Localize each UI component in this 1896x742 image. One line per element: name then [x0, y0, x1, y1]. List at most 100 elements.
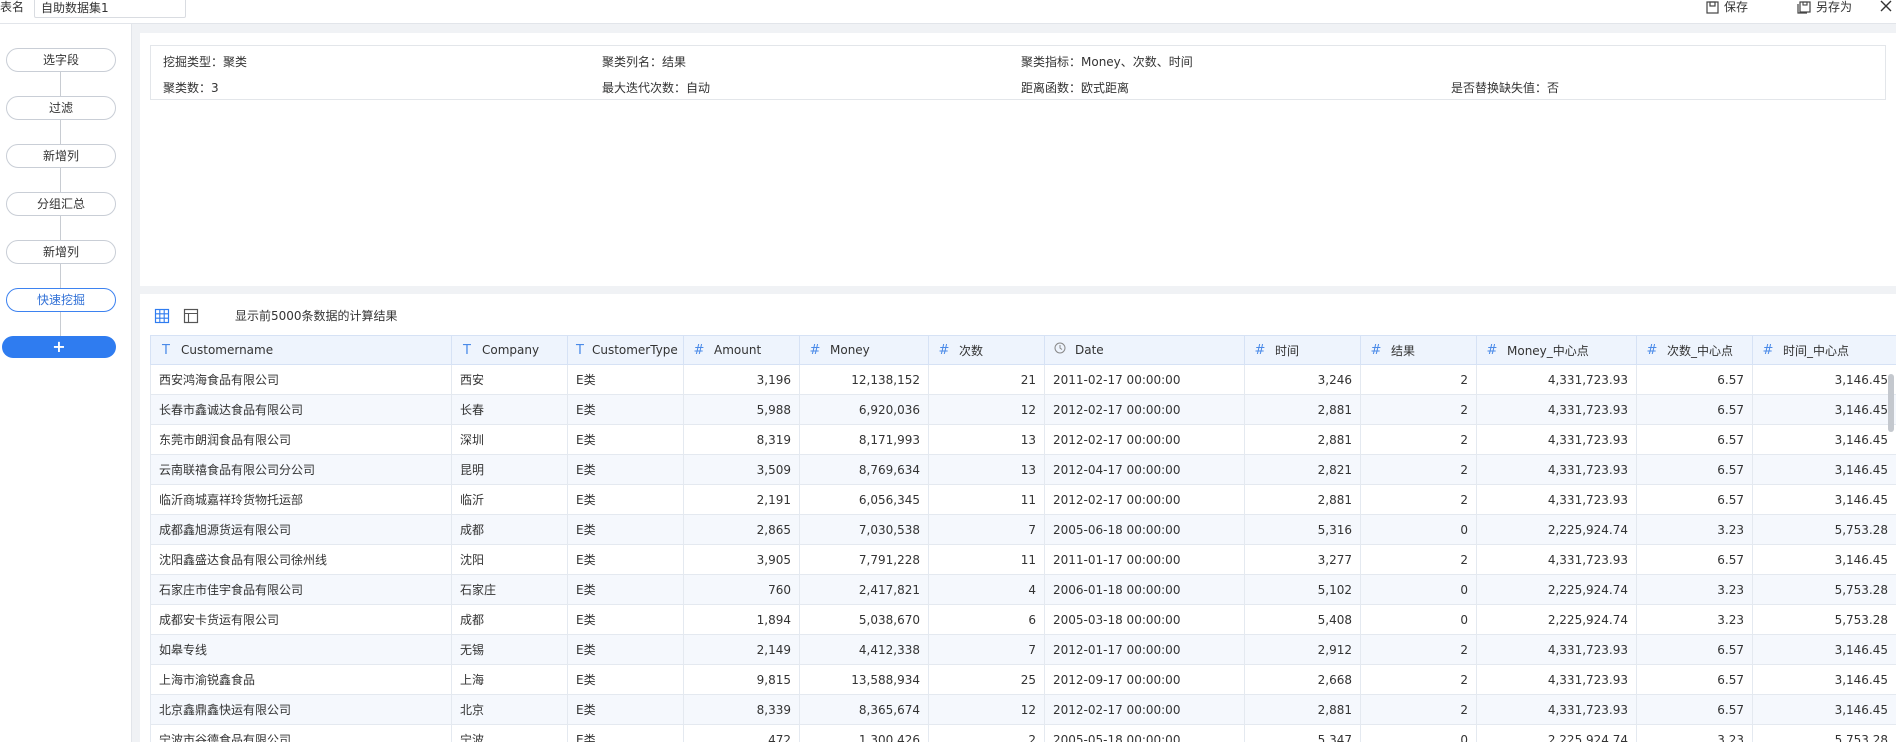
table-cell: 13: [928, 454, 1045, 485]
table-row[interactable]: 临沂商城嘉祥玲货物托运部 临沂 E类 2,191 6,056,345 11 2012-02-…: [150, 484, 1896, 515]
table-cell: 3,905: [683, 544, 800, 575]
table-name-label: 表名: [0, 0, 25, 14]
column-header-label: Customername: [181, 343, 274, 357]
table-row[interactable]: 云南联禧食品有限公司分公司 昆明 E类 3,509 8,769,634 13 2012-04…: [150, 454, 1896, 485]
column-header[interactable]: # Amount: [683, 335, 800, 365]
table-view-icon[interactable]: [154, 308, 170, 324]
step-quick-mining[interactable]: 快速挖掘: [6, 288, 116, 312]
table-row[interactable]: 北京鑫鼎鑫快运有限公司 北京 E类 8,339 8,365,674 12 2012-02-1…: [150, 694, 1896, 725]
table-cell: 3,146.45: [1752, 454, 1896, 485]
column-header-label: Company: [482, 343, 540, 357]
table-cell: 4,331,723.93: [1476, 424, 1637, 455]
table-cell: 2011-02-17 00:00:00: [1044, 364, 1245, 395]
table-cell: 4,331,723.93: [1476, 544, 1637, 575]
table-cell: 2011-01-17 00:00:00: [1044, 544, 1245, 575]
result-info-text: 显示前5000条数据的计算结果: [235, 309, 398, 323]
vertical-scrollbar[interactable]: [1888, 374, 1894, 432]
column-header[interactable]: # 次数: [928, 335, 1045, 365]
table-cell: 2: [928, 724, 1045, 742]
number-type-icon: #: [809, 342, 821, 358]
table-row[interactable]: 长春市鑫诚达食品有限公司 长春 E类 5,988 6,920,036 12 2012-02-…: [150, 394, 1896, 425]
table-row[interactable]: 成都安卡货运有限公司 成都 E类 1,894 5,038,670 6 2005-03-18 …: [150, 604, 1896, 635]
column-header[interactable]: Date: [1044, 335, 1245, 365]
column-header[interactable]: T Customername: [150, 335, 452, 365]
step-add-column[interactable]: 新增列: [6, 144, 116, 168]
table-cell: 6.57: [1636, 544, 1753, 575]
table-row[interactable]: 如皋专线 无锡 E类 2,149 4,412,338 7 2012-01-17 00:00:…: [150, 634, 1896, 665]
table-cell: E类: [567, 484, 684, 515]
table-cell: 13,588,934: [799, 664, 929, 695]
save-button[interactable]: 保存: [1706, 0, 1748, 14]
table-cell: 2: [1360, 394, 1477, 425]
step-group-summary[interactable]: 分组汇总: [6, 192, 116, 216]
table-name-input[interactable]: [34, 0, 186, 18]
text-type-icon: T: [576, 342, 584, 358]
table-cell: 472: [683, 724, 800, 742]
config-summary-box[interactable]: 挖掘类型：聚类 聚类列名：结果 聚类指标：Money、次数、时间 聚类数：3 最…: [150, 45, 1886, 100]
number-type-icon: #: [1486, 342, 1498, 358]
table-cell: 2012-04-17 00:00:00: [1044, 454, 1245, 485]
column-header[interactable]: # 时间_中心点: [1752, 335, 1896, 365]
table-row[interactable]: 上海市渝锐鑫食品 上海 E类 9,815 13,588,934 25 2012-09-17 …: [150, 664, 1896, 695]
number-type-icon: #: [693, 342, 705, 358]
add-step-button[interactable]: +: [2, 336, 116, 358]
column-header[interactable]: # Money_中心点: [1476, 335, 1637, 365]
table-row[interactable]: 宁波市谷德食品有限公司 宁波 E类 472 1,300,426 2 2005-05-18 0…: [150, 724, 1896, 742]
table-cell: 2,225,924.74: [1476, 514, 1637, 545]
text-type-icon: T: [463, 342, 471, 358]
table-cell: 4,412,338: [799, 634, 929, 665]
table-cell: 北京: [451, 694, 568, 725]
step-select-fields[interactable]: 选字段: [6, 48, 116, 72]
table-row[interactable]: 成都鑫旭源货运有限公司 成都 E类 2,865 7,030,538 7 2005-06-18…: [150, 514, 1896, 545]
table-cell: 3.23: [1636, 724, 1753, 742]
table-cell: 4: [928, 574, 1045, 605]
column-header-label: Date: [1075, 343, 1104, 357]
table-cell: 8,319: [683, 424, 800, 455]
table-cell: E类: [567, 724, 684, 742]
column-header[interactable]: T Company: [451, 335, 568, 365]
step-filter[interactable]: 过滤: [6, 96, 116, 120]
number-type-icon: #: [1254, 342, 1266, 358]
table-cell: 无锡: [451, 634, 568, 665]
table-cell: 3.23: [1636, 514, 1753, 545]
column-header[interactable]: # 时间: [1244, 335, 1361, 365]
table-cell: 2,225,924.74: [1476, 574, 1637, 605]
table-cell: 2005-06-18 00:00:00: [1044, 514, 1245, 545]
table-cell: 12,138,152: [799, 364, 929, 395]
save-as-button[interactable]: 另存为: [1797, 0, 1852, 14]
column-header[interactable]: # 结果: [1360, 335, 1477, 365]
table-cell: 石家庄市佳宇食品有限公司: [150, 574, 452, 605]
result-table: T Customername T Company T CustomerType # Amoun…: [150, 335, 1896, 742]
table-cell: 宁波市谷德食品有限公司: [150, 724, 452, 742]
table-cell: 宁波: [451, 724, 568, 742]
table-cell: 3,146.45: [1752, 484, 1896, 515]
table-cell: E类: [567, 544, 684, 575]
column-header[interactable]: # 次数_中心点: [1636, 335, 1753, 365]
step-sidebar: 选字段 过滤 新增列 分组汇总 新增列 快速挖掘 +: [0, 24, 132, 742]
step-add-column-2[interactable]: 新增列: [6, 240, 116, 264]
table-cell: 0: [1360, 514, 1477, 545]
table-cell: E类: [567, 454, 684, 485]
column-header[interactable]: T CustomerType: [567, 335, 684, 365]
table-cell: 3,509: [683, 454, 800, 485]
number-type-icon: #: [938, 342, 950, 358]
table-cell: 5,988: [683, 394, 800, 425]
close-icon[interactable]: [1878, 0, 1894, 14]
column-header[interactable]: # Money: [799, 335, 929, 365]
number-type-icon: #: [1370, 342, 1382, 358]
layout-view-icon[interactable]: [183, 308, 199, 324]
table-cell: 6.57: [1636, 694, 1753, 725]
table-cell: 7: [928, 634, 1045, 665]
table-cell: 2: [1360, 664, 1477, 695]
table-row[interactable]: 西安鸿海食品有限公司 西安 E类 3,196 12,138,152 21 2011-02-1…: [150, 364, 1896, 395]
table-row[interactable]: 沈阳鑫盛达食品有限公司徐州线 沈阳 E类 3,905 7,791,228 11 2011-0…: [150, 544, 1896, 575]
config-max-iterations: 最大迭代次数：自动: [602, 81, 711, 95]
table-row[interactable]: 石家庄市佳宇食品有限公司 石家庄 E类 760 2,417,821 4 2006-01-18…: [150, 574, 1896, 605]
table-row[interactable]: 东莞市朗润食品有限公司 深圳 E类 8,319 8,171,993 13 2012-02-1…: [150, 424, 1896, 455]
table-cell: 6: [928, 604, 1045, 635]
table-cell: 7: [928, 514, 1045, 545]
table-cell: 2012-02-17 00:00:00: [1044, 694, 1245, 725]
table-cell: 5,753.28: [1752, 724, 1896, 742]
config-distance-function: 距离函数：欧式距离: [1021, 81, 1130, 95]
column-header-label: CustomerType: [591, 343, 678, 357]
